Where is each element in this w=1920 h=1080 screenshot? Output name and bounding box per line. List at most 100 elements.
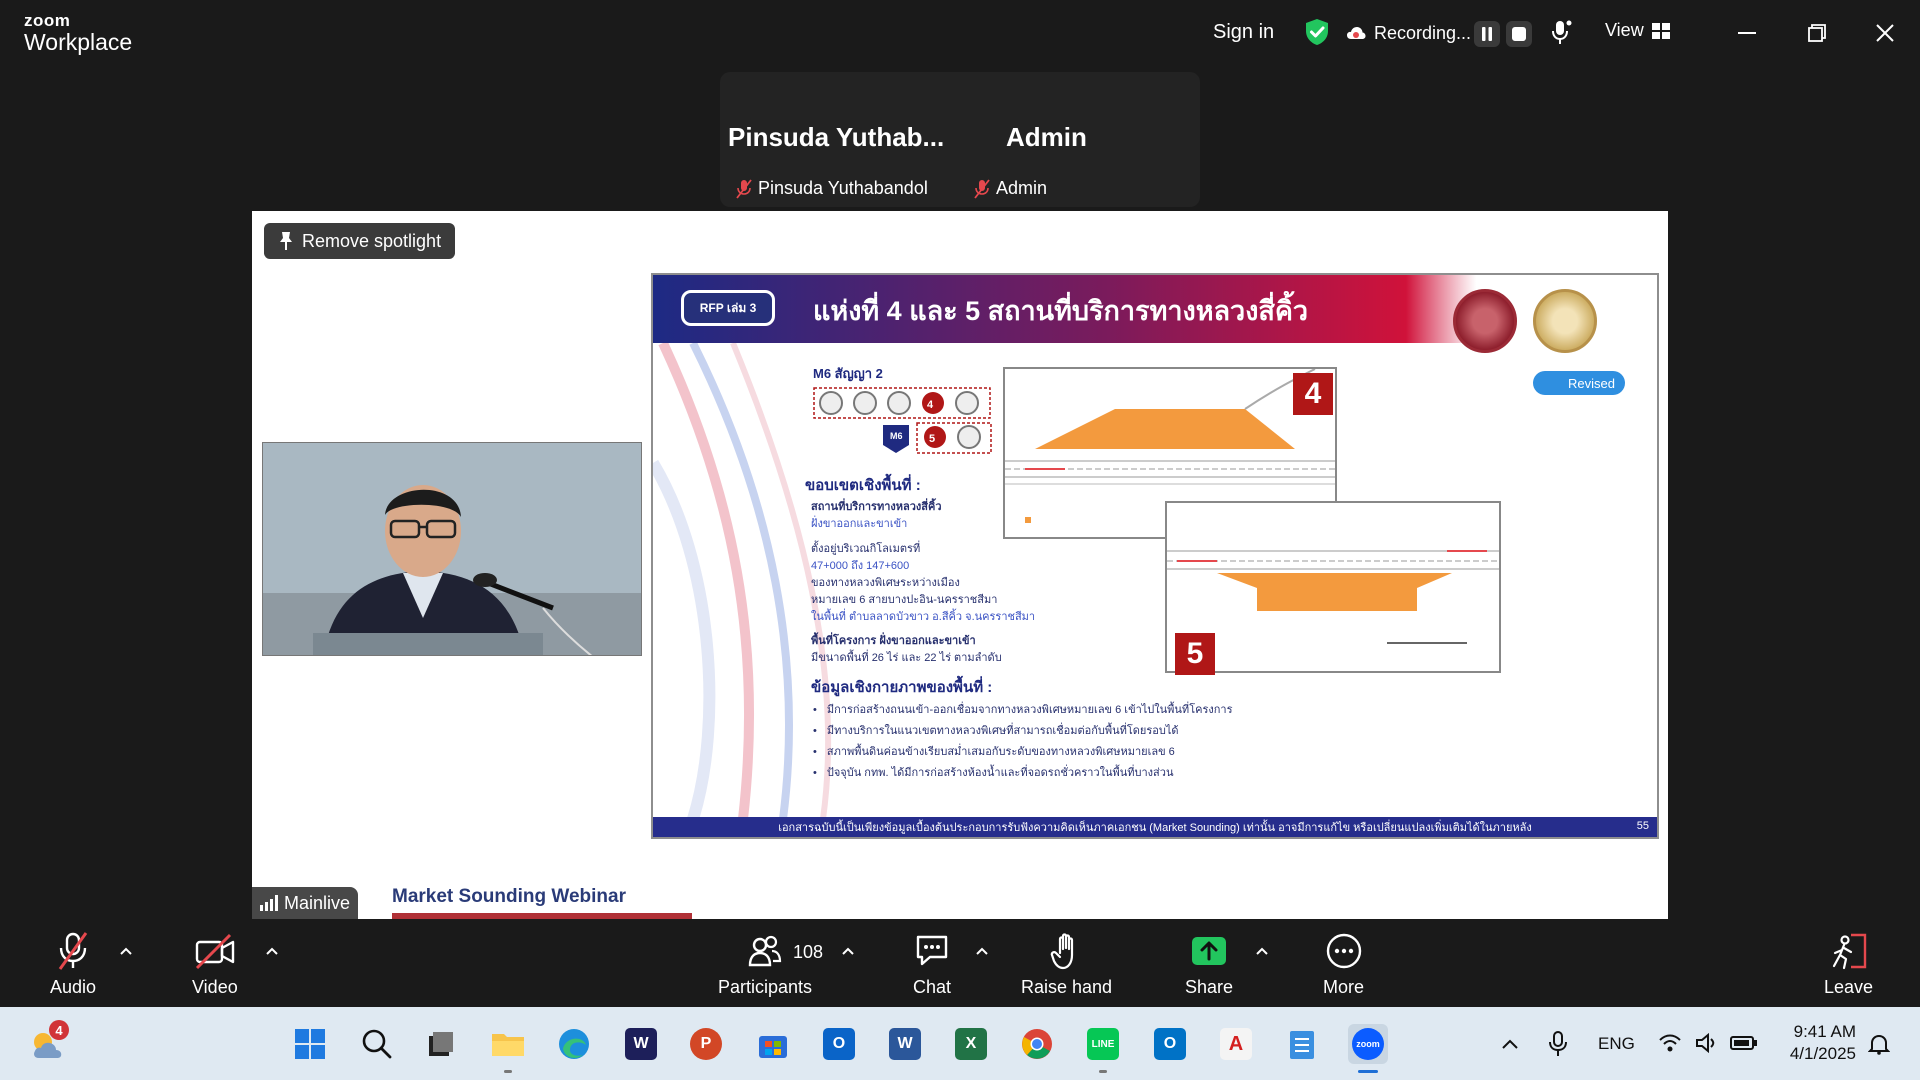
share-options-chevron-icon[interactable] <box>1254 943 1270 959</box>
notifications-icon[interactable] <box>1868 1033 1890 1055</box>
participants-icon <box>748 935 782 967</box>
scope-line: ตั้งอยู่บริเวณกิโลเมตรที่ <box>811 543 921 555</box>
folder-icon <box>492 1034 524 1056</box>
acrobat-app[interactable]: A <box>1216 1024 1256 1064</box>
site-5-map: 5 <box>1165 501 1501 675</box>
clipchamp-app[interactable]: W <box>621 1024 661 1064</box>
share-button[interactable]: Share <box>1185 931 1233 998</box>
raise-hand-button[interactable]: Raise hand <box>1021 931 1112 998</box>
muted-mic-icon <box>974 178 990 199</box>
physical-heading: ข้อมูลเชิงกายภาพของพื้นที่ : <box>811 679 993 696</box>
file-explorer-app[interactable] <box>488 1024 528 1073</box>
audio-options-chevron-icon[interactable] <box>118 943 134 959</box>
remove-spotlight-button[interactable]: Remove spotlight <box>264 223 456 259</box>
slide-page-number: 55 <box>1636 820 1649 832</box>
sign-in-link[interactable]: Sign in <box>1213 21 1274 44</box>
video-off-icon <box>195 933 235 970</box>
scope-line: หมายเลข 6 สายบางปะอิน-นครราชสีมา <box>811 594 998 606</box>
search-icon <box>362 1029 392 1059</box>
scope-line: มีขนาดพื้นที่ 26 ไร่ และ 22 ไร่ ตามลำดับ <box>811 652 1002 664</box>
bullet-item: มีการก่อสร้างถนนเข้า-ออกเชื่อมจากทางหลวง… <box>813 700 1233 721</box>
system-clock[interactable]: 9:41 AM 4/1/2025 <box>1780 1021 1856 1065</box>
muted-microphone-icon <box>58 932 88 970</box>
weather-widget[interactable]: 4 <box>28 1020 69 1065</box>
webinar-subtitle-fragment <box>392 913 692 919</box>
spotlight-video-stage[interactable]: Remove spotlight RFP เล่ม 3 แห่งที่ 4 แล… <box>252 211 1668 919</box>
title-bar: zoom Workplace Sign in Recording... View <box>0 0 1920 70</box>
minimize-button[interactable] <box>1730 18 1764 48</box>
view-menu[interactable]: View <box>1605 20 1670 41</box>
show-hidden-icons-chevron-icon[interactable] <box>1500 1036 1520 1052</box>
excel-app[interactable]: X <box>951 1024 991 1064</box>
security-shield-icon[interactable] <box>1304 18 1330 46</box>
video-button[interactable]: Video <box>192 931 238 998</box>
notepad-icon <box>1290 1031 1314 1059</box>
volume-icon[interactable] <box>1695 1033 1719 1053</box>
speaker-video <box>262 442 642 656</box>
station-diagram <box>813 387 992 454</box>
outlook-app[interactable]: O <box>1150 1024 1190 1064</box>
stream-label: Mainlive <box>252 887 359 919</box>
recording-indicator[interactable]: Recording... <box>1346 18 1471 48</box>
more-button[interactable]: More <box>1323 931 1364 998</box>
cloud-recording-icon <box>1347 27 1366 39</box>
video-options-chevron-icon[interactable] <box>264 943 280 959</box>
chrome-app[interactable] <box>1017 1024 1057 1064</box>
language-indicator[interactable]: ENG <box>1598 1034 1635 1054</box>
share-screen-icon <box>1192 937 1227 965</box>
government-seal-icon <box>1533 289 1597 353</box>
participant-display-name: Pinsuda Yuthab... <box>728 122 945 152</box>
chat-button[interactable]: Chat <box>913 931 951 998</box>
leave-label: Leave <box>1824 977 1874 997</box>
restore-button[interactable] <box>1800 18 1834 48</box>
participant-display-name: Admin <box>1006 122 1087 152</box>
muted-mic-icon <box>736 178 752 199</box>
start-button[interactable] <box>290 1024 330 1064</box>
physical-bullets: มีการก่อสร้างถนนเข้า-ออกเชื่อมจากทางหลวง… <box>813 700 1233 784</box>
word-app[interactable]: W <box>885 1024 925 1064</box>
zoom-app[interactable]: zoom <box>1348 1024 1388 1073</box>
view-label: View <box>1605 20 1644 40</box>
leave-button[interactable]: Leave <box>1824 931 1873 998</box>
stop-recording-button[interactable] <box>1506 21 1532 47</box>
running-indicator <box>1358 1070 1378 1073</box>
edge-app[interactable] <box>554 1024 594 1064</box>
microsoft-store-app[interactable] <box>753 1024 793 1064</box>
participants-options-chevron-icon[interactable] <box>840 943 856 959</box>
notepad-app[interactable] <box>1282 1024 1322 1064</box>
clock-time: 9:41 AM <box>1793 1022 1856 1041</box>
participant-tile[interactable]: Admin Admin <box>968 72 1196 207</box>
chat-options-chevron-icon[interactable] <box>974 943 990 959</box>
battery-icon[interactable] <box>1730 1034 1758 1052</box>
wifi-icon[interactable] <box>1658 1033 1682 1053</box>
participant-name-label: Pinsuda Yuthabandol <box>736 178 928 199</box>
participant-count: 108 <box>793 942 824 962</box>
pdf-icon: A <box>1220 1028 1252 1060</box>
share-label: Share <box>1185 977 1234 997</box>
participant-tile[interactable]: Pinsuda Yuthab... Pinsuda Yuthabandol <box>728 72 968 207</box>
participant-name: Admin <box>996 178 1048 198</box>
task-view-button[interactable] <box>421 1024 461 1064</box>
powerpoint-app[interactable]: P <box>686 1024 726 1064</box>
close-button[interactable] <box>1868 18 1902 48</box>
microphone-tray-icon[interactable] <box>1548 1031 1568 1057</box>
rfp-badge: RFP เล่ม 3 <box>681 290 775 326</box>
raise-hand-icon <box>1050 933 1073 970</box>
outlook-new-app[interactable]: O <box>819 1024 859 1064</box>
webinar-title: Market Sounding Webinar <box>392 886 627 907</box>
more-options-icon <box>1326 933 1361 969</box>
site-4-number: 4 <box>1293 373 1333 415</box>
audio-button[interactable]: Audio <box>50 931 96 998</box>
site-5-number: 5 <box>1175 633 1215 675</box>
line-app[interactable]: LINE <box>1083 1024 1123 1073</box>
app-logo: zoom Workplace <box>24 12 132 54</box>
search-button[interactable] <box>357 1024 397 1064</box>
recording-label: Recording... <box>1374 22 1472 43</box>
pause-recording-button[interactable] <box>1474 21 1500 47</box>
clock-date: 4/1/2025 <box>1789 1044 1856 1063</box>
bullet-item: ปัจจุบัน กทพ. ได้มีการก่อสร้างห้องน้ำและ… <box>813 763 1232 784</box>
outlook-icon: O <box>823 1028 855 1060</box>
microphone-status-icon[interactable] <box>1550 19 1572 47</box>
scope-line: พื้นที่โครงการ ฝั่งขาออกและขาเข้า <box>811 635 976 647</box>
zoom-icon: zoom <box>1352 1028 1384 1060</box>
